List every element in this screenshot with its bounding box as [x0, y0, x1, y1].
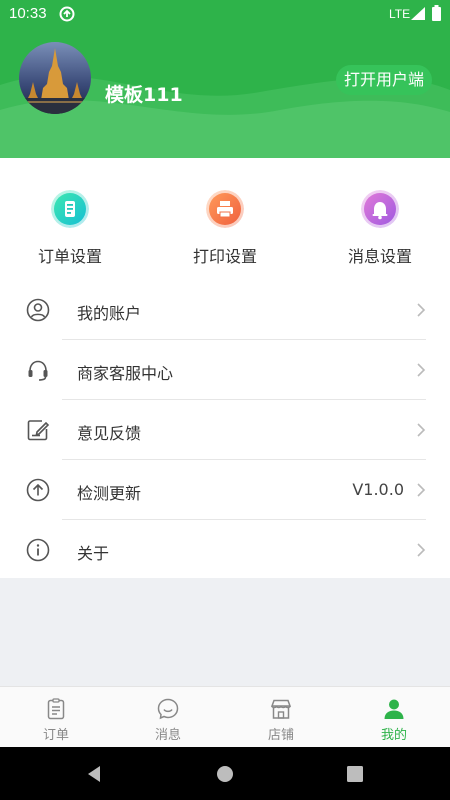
chevron-right-icon — [417, 423, 426, 437]
version-value: V1.0.0 — [352, 480, 404, 499]
message-smile-icon — [157, 698, 179, 720]
menu-item-label: 检测更新 — [77, 484, 142, 503]
quick-settings: 订单设置 打印设置 消息设置 — [0, 158, 450, 280]
message-settings-label: 消息设置 — [347, 247, 412, 266]
order-settings-icon — [51, 190, 89, 228]
profile-header: 10:33 LTE 模板111 打开用户端 — [0, 0, 450, 158]
info-icon — [26, 538, 50, 562]
system-navigation-bar — [0, 747, 450, 800]
bell-icon — [361, 190, 399, 228]
menu-item-customer-service[interactable]: 商家客服中心 — [0, 340, 450, 400]
battery-icon — [432, 5, 441, 21]
menu-item-label: 关于 — [77, 544, 110, 563]
app-notification-icon — [59, 6, 75, 22]
user-icon — [26, 298, 50, 322]
chevron-right-icon — [417, 363, 426, 377]
recents-icon[interactable] — [345, 764, 365, 784]
status-bar: 10:33 LTE — [0, 0, 450, 28]
menu-item-my-account[interactable]: 我的账户 — [0, 280, 450, 340]
tab-mine[interactable]: 我的 — [338, 687, 450, 747]
tab-label: 消息 — [154, 728, 181, 743]
status-time: 10:33 — [9, 5, 47, 22]
message-settings-button[interactable]: 消息设置 — [315, 158, 445, 280]
chevron-right-icon — [417, 483, 426, 497]
print-settings-label: 打印设置 — [192, 247, 257, 266]
menu-item-label: 我的账户 — [77, 304, 142, 323]
home-icon[interactable] — [215, 764, 235, 784]
chevron-right-icon — [417, 543, 426, 557]
printer-icon — [206, 190, 244, 228]
profile-icon — [384, 699, 404, 719]
headset-icon — [28, 360, 48, 381]
feedback-edit-icon — [27, 420, 50, 441]
menu-item-label: 商家客服中心 — [77, 364, 174, 383]
menu-item-about[interactable]: 关于 — [0, 520, 450, 580]
menu-item-check-update[interactable]: 检测更新 V1.0.0 — [0, 460, 450, 520]
print-settings-button[interactable]: 打印设置 — [160, 158, 290, 280]
order-settings-label: 订单设置 — [37, 247, 102, 266]
bottom-tab-bar: 订单 消息 店铺 我的 — [0, 686, 450, 747]
order-settings-button[interactable]: 订单设置 — [5, 158, 135, 280]
username: 模板111 — [105, 84, 183, 106]
tab-label: 店铺 — [267, 728, 294, 743]
store-icon — [270, 699, 292, 719]
back-icon[interactable] — [85, 764, 105, 784]
tab-orders[interactable]: 订单 — [0, 687, 112, 747]
chevron-right-icon — [417, 303, 426, 317]
menu-item-feedback[interactable]: 意见反馈 — [0, 400, 450, 460]
tab-store[interactable]: 店铺 — [225, 687, 337, 747]
network-type: LTE — [389, 7, 411, 21]
upload-arrow-icon — [26, 478, 50, 502]
settings-menu: 我的账户 商家客服中心 意见反馈 检测更新 V1.0.0 关于 — [0, 280, 450, 578]
tab-messages[interactable]: 消息 — [112, 687, 224, 747]
avatar[interactable] — [19, 42, 91, 114]
open-user-app-button[interactable]: 打开用户端 — [336, 65, 432, 95]
menu-item-label: 意见反馈 — [77, 424, 142, 443]
tab-label: 我的 — [380, 728, 407, 743]
signal-icon — [411, 7, 425, 20]
orders-clipboard-icon — [47, 698, 65, 720]
tab-label: 订单 — [42, 728, 69, 743]
